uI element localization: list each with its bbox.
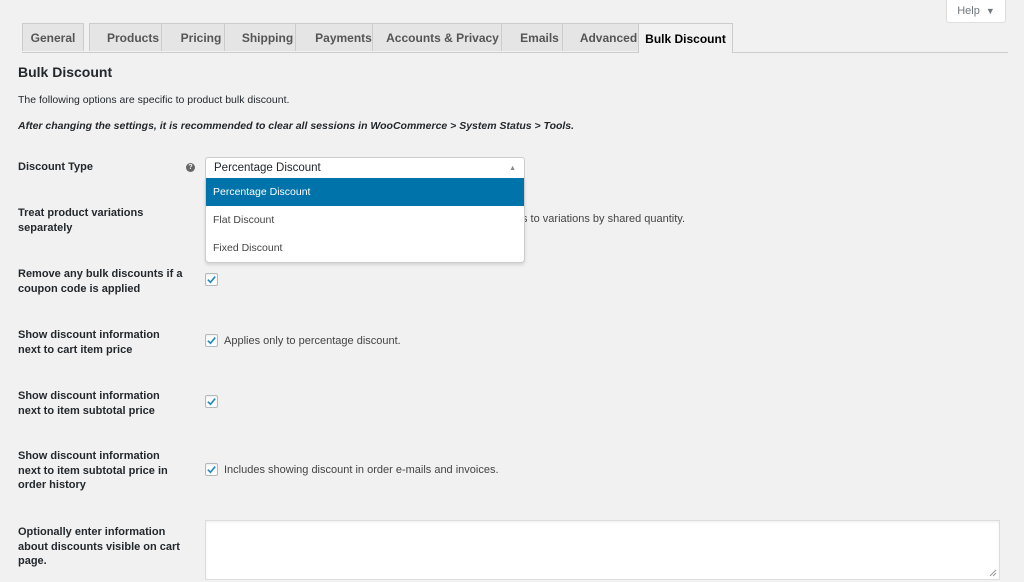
checkmark-icon [207, 337, 216, 345]
section-note: After changing the settings, it is recom… [18, 120, 575, 132]
treat-variations-hint: s to variations by shared quantity. [522, 213, 686, 225]
discount-type-selected: Percentage Discount [214, 162, 321, 174]
option-percentage-discount[interactable]: Percentage Discount [206, 178, 524, 206]
tab-accounts-privacy[interactable]: Accounts & Privacy [372, 23, 513, 51]
tab-bulk-discount[interactable]: Bulk Discount [638, 23, 733, 53]
show-subtotal-checkbox[interactable] [205, 395, 218, 408]
discount-type-select[interactable]: Percentage Discount ▲ [205, 157, 525, 179]
caret-down-icon: ▼ [985, 6, 995, 16]
treat-variations-label: Treat product variations separately [18, 207, 144, 234]
show-order-history-checkbox[interactable] [205, 463, 218, 476]
remove-on-coupon-label: Remove any bulk discounts if a coupon co… [18, 268, 183, 295]
resize-grip-icon[interactable] [989, 569, 997, 577]
cart-info-textarea[interactable] [205, 520, 1000, 580]
tab-general[interactable]: General [22, 23, 84, 51]
show-subtotal-label: Show discount information next to item s… [18, 390, 160, 417]
option-fixed-discount[interactable]: Fixed Discount [206, 234, 524, 262]
help-button[interactable]: Help ▼ [946, 0, 1006, 23]
checkmark-icon [207, 466, 216, 474]
show-cart-item-label: Show discount information next to cart i… [18, 329, 160, 356]
show-cart-item-hint: Applies only to percentage discount. [224, 335, 401, 347]
caret-up-icon: ▲ [509, 164, 516, 172]
show-order-history-label: Show discount information next to item s… [18, 450, 168, 491]
question-circle-icon[interactable]: ? [186, 163, 195, 172]
discount-type-dropdown: Percentage Discount Flat Discount Fixed … [205, 178, 525, 263]
discount-type-label: Discount Type [18, 161, 93, 173]
show-cart-item-checkbox[interactable] [205, 334, 218, 347]
page-title: Bulk Discount [18, 64, 113, 80]
checkmark-icon [207, 398, 216, 406]
help-label: Help [957, 5, 980, 17]
option-flat-discount[interactable]: Flat Discount [206, 206, 524, 234]
section-description: The following options are specific to pr… [18, 94, 290, 106]
checkmark-icon [207, 276, 216, 284]
remove-on-coupon-checkbox[interactable] [205, 273, 218, 286]
show-order-history-hint: Includes showing discount in order e-mai… [224, 464, 499, 476]
settings-tabs: General Products Pricing Shipping Paymen… [22, 23, 1008, 53]
cart-info-label: Optionally enter information about disco… [18, 526, 180, 567]
